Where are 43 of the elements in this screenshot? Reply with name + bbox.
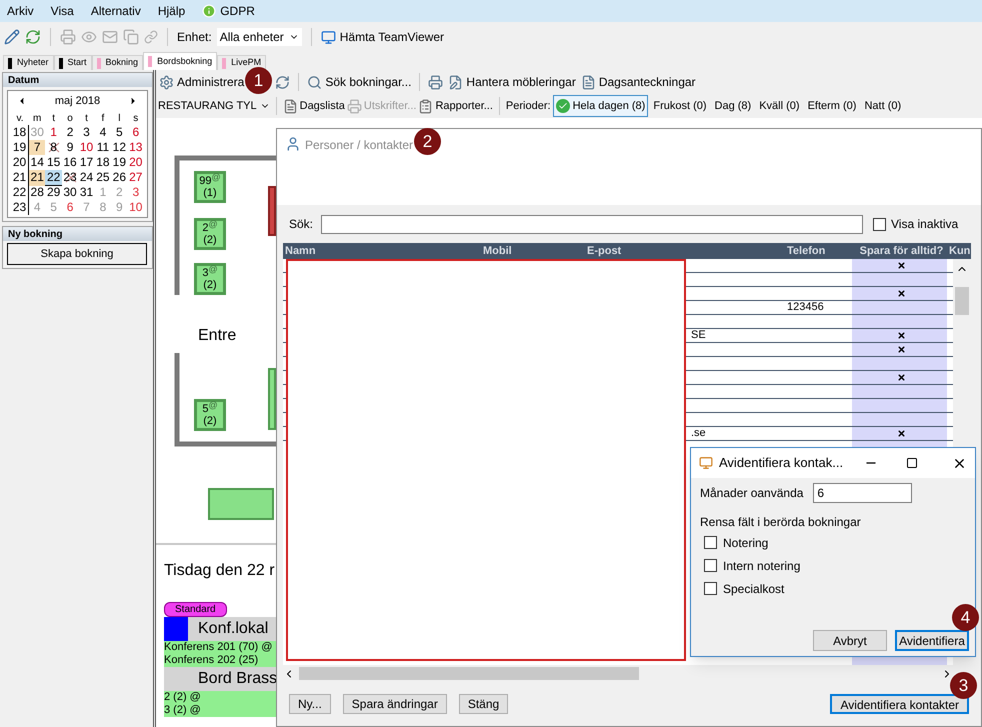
table-number: 99$^{@}$: [199, 175, 221, 187]
panel-title: Datum: [3, 73, 152, 87]
panel-title: Ny bokning: [3, 227, 152, 241]
resource-group-name: Konf.lokal: [198, 619, 268, 639]
weekday-label: t: [84, 112, 89, 125]
week-number: 22: [11, 185, 29, 200]
week-number: 23: [11, 200, 29, 215]
section-label: Rensa fält i berörda bokningar: [699, 514, 862, 531]
table-cell: SE: [691, 329, 706, 341]
table-number: 3$^{@}$: [202, 267, 218, 279]
weekday-label: v.: [15, 112, 25, 125]
callout-badge: 1: [245, 67, 272, 94]
table-cell: 123456: [787, 301, 824, 313]
guest-count: (2): [203, 234, 217, 246]
search-label: Sök:: [289, 216, 314, 233]
table-cell: .se: [691, 427, 706, 439]
checkbox-label: Visa inaktiva: [891, 216, 958, 233]
month-title: maj 2018: [54, 94, 100, 109]
weekday-label: m: [32, 112, 42, 125]
unit-label: Enhet:: [177, 29, 212, 46]
table-number: 5$^{@}$: [202, 403, 218, 415]
window-title: Avidentifiera kontak...: [719, 454, 844, 472]
resource-group-name: Bord Brass: [198, 669, 278, 689]
weekday-label: s: [132, 112, 140, 125]
guest-count: (2): [203, 279, 217, 291]
window-title: Personer / kontakter: [305, 137, 414, 154]
checkbox-label: Specialkost: [723, 580, 784, 598]
weekday-label: o: [66, 112, 74, 125]
category-tag: Standard: [164, 602, 227, 617]
entrance-label: Entre: [198, 326, 236, 346]
checkbox-label: Intern notering: [723, 558, 800, 574]
periods-label: Perioder:: [506, 98, 551, 114]
guest-count: (1): [203, 187, 217, 199]
field-label: Månader oanvända: [700, 485, 804, 502]
week-number: 18: [11, 125, 29, 140]
day-title: Tisdag den 22 r: [164, 562, 275, 579]
guest-count: (2): [203, 415, 217, 427]
table-number: 2$^{@}$: [202, 222, 218, 234]
checkbox-label: Notering: [723, 534, 768, 552]
weekday-label: l: [117, 112, 122, 125]
weekday-label: t: [51, 112, 56, 125]
week-number: 20: [11, 155, 29, 170]
weekday-label: f: [100, 112, 106, 125]
